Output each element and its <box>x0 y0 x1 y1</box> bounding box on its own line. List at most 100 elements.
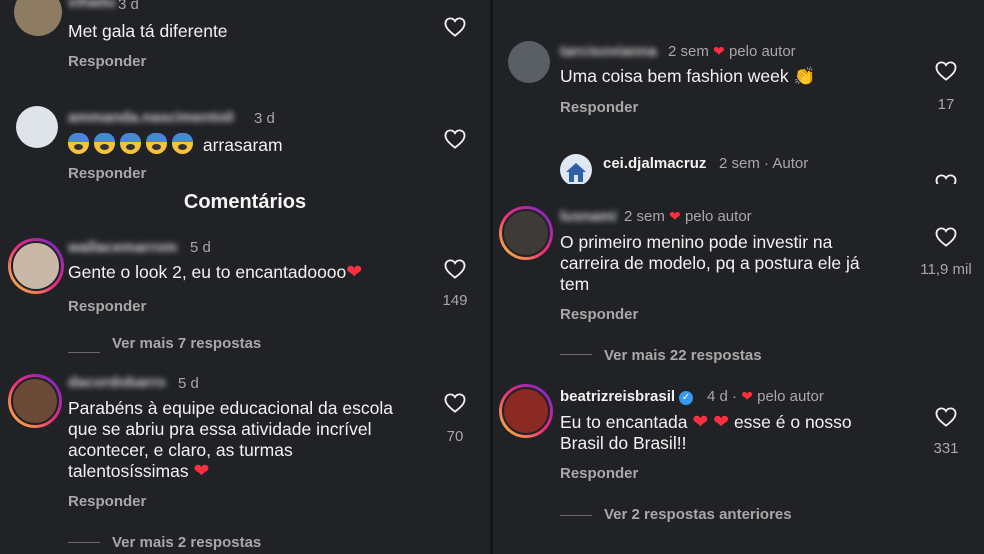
red-heart-emoji: ❤ <box>346 262 363 283</box>
comments-panel-top-right: tarcisovianna 2 sem ❤ pelo autor Uma coi… <box>493 0 984 184</box>
author-liked-label: pelo autor <box>684 208 752 225</box>
like-count: 70 <box>446 428 464 445</box>
comment-time: 2 sem <box>624 208 665 225</box>
like-heart-icon[interactable] <box>935 407 957 427</box>
comment-text-part: Eu to encantada <box>560 412 688 432</box>
avatar[interactable] <box>14 0 62 36</box>
comment-text: Eu to encantada ❤ ❤ esse é o nosso Brasi… <box>560 412 852 454</box>
author-liked-label: pelo autor <box>728 43 796 60</box>
comment-meta: 2 sem ❤ pelo autor <box>624 208 752 225</box>
comment-text-line-wrap: talentosíssimas ❤ <box>68 461 393 482</box>
comment-text-line: acontecer, e claro, as turmas <box>68 440 293 460</box>
comment-text: Met gala tá diferente <box>68 21 228 41</box>
author-liked-label: pelo autor <box>757 388 824 405</box>
replies-divider-line <box>560 515 592 516</box>
comment-time: 3 d <box>254 110 275 127</box>
comment-username[interactable]: dacordobarro <box>68 374 166 391</box>
comments-panel-top-left: vihailu 3 d Met gala tá diferente Respon… <box>0 0 490 184</box>
comment-username[interactable]: tarcisovianna <box>560 43 657 60</box>
comment-text-line: talentosíssimas <box>68 461 189 481</box>
avatar[interactable] <box>16 106 58 148</box>
fearful-face-emoji <box>94 133 115 154</box>
reply-button[interactable]: Responder <box>560 99 638 116</box>
fearful-face-emoji <box>172 133 193 154</box>
replies-divider-line <box>560 354 592 355</box>
comments-panel-middle-left: Comentários wallacemarrom 5 d Gente o lo… <box>0 184 490 372</box>
comments-panel-bottom-left: dacordobarro 5 d Parabéns à equipe educa… <box>0 372 490 554</box>
avatar[interactable] <box>8 238 64 294</box>
view-more-replies-button[interactable]: Ver mais 7 respostas <box>112 335 261 352</box>
clapping-hands-emoji: 👏 <box>793 66 816 86</box>
comment-text-line: Eu to encantada ❤ ❤ esse é o nosso <box>560 412 852 433</box>
comment-time: 2 sem <box>668 43 709 60</box>
comment-username[interactable]: cei.djalmacruz <box>603 155 706 172</box>
reply-button[interactable]: Responder <box>68 165 146 182</box>
red-heart-emoji: ❤ <box>193 461 210 482</box>
replies-divider-line <box>68 542 100 543</box>
like-heart-icon[interactable] <box>935 227 957 247</box>
reply-button[interactable]: Responder <box>560 465 638 482</box>
comment-username[interactable]: vihailu <box>68 0 116 11</box>
comment-meta: 2 sem · Autor <box>719 155 809 172</box>
comment-username[interactable]: wallacemarrom <box>68 239 177 256</box>
like-count: 149 <box>442 292 468 309</box>
comments-title: Comentários <box>183 191 307 213</box>
like-count: 17 <box>937 96 955 113</box>
comment-text-word: arrasaram <box>202 135 283 155</box>
replies-divider-line <box>68 352 100 353</box>
like-heart-icon[interactable] <box>444 393 466 413</box>
comment-text-line: carreira de modelo, pq a postura ele já <box>560 253 860 273</box>
comment-text: Gente o look 2, eu to encantadoooo❤ <box>68 262 362 283</box>
reply-button[interactable]: Responder <box>68 298 146 315</box>
like-heart-icon[interactable] <box>935 174 957 184</box>
like-heart-icon[interactable] <box>444 129 466 149</box>
author-liked-heart-icon: ❤ <box>669 208 681 224</box>
comment-meta: 2 sem ❤ pelo autor <box>668 43 796 60</box>
verified-badge-icon: ✓ <box>679 391 694 405</box>
comment-text-line: Parabéns à equipe educacional da escola <box>68 398 393 418</box>
author-liked-heart-icon: ❤ <box>713 43 725 59</box>
like-count: 331 <box>933 440 959 457</box>
view-more-replies-button[interactable]: Ver mais 22 respostas <box>604 347 762 364</box>
reply-button[interactable]: Responder <box>560 306 638 323</box>
avatar[interactable] <box>508 41 550 83</box>
comment-text-line: Brasil do Brasil!! <box>560 433 687 453</box>
comment-text-line: O primeiro menino pode investir na <box>560 232 833 252</box>
author-badge: Autor <box>772 155 809 172</box>
reply-button[interactable]: Responder <box>68 493 146 510</box>
comment-username[interactable]: lusnami <box>560 208 617 225</box>
avatar[interactable] <box>499 206 553 260</box>
avatar[interactable] <box>499 384 553 438</box>
comment-time: 5 d <box>190 239 211 256</box>
view-previous-replies-button[interactable]: Ver 2 respostas anteriores <box>604 506 792 523</box>
comment-text: Uma coisa bem fashion week 👏 <box>560 66 815 87</box>
comment-text: O primeiro menino pode investir na carre… <box>560 232 860 295</box>
like-heart-icon[interactable] <box>444 259 466 279</box>
comment-text: Parabéns à equipe educacional da escola … <box>68 398 393 482</box>
comment-meta: 4 d · ❤ pelo autor <box>707 388 824 405</box>
fearful-face-emoji <box>120 133 141 154</box>
fearful-face-emoji <box>146 133 167 154</box>
like-count: 11,9 mil <box>920 261 972 278</box>
view-more-replies-button[interactable]: Ver mais 2 respostas <box>112 534 261 551</box>
comment-username[interactable]: beatrizreisbrasil ✓ <box>560 388 694 405</box>
avatar[interactable] <box>8 374 62 428</box>
school-logo-icon <box>566 163 586 182</box>
like-heart-icon[interactable] <box>935 61 957 81</box>
like-heart-icon[interactable] <box>444 17 466 37</box>
red-heart-emoji: ❤ <box>713 412 730 433</box>
comment-text-line: tem <box>560 274 590 294</box>
avatar-school-logo[interactable] <box>560 154 592 184</box>
comments-panel-middle-right: lusnami 2 sem ❤ pelo autor O primeiro me… <box>493 184 984 372</box>
comment-time: 5 d <box>178 375 199 392</box>
comment-text-part: esse é o nosso <box>733 412 852 432</box>
comment-text-content: Uma coisa bem fashion week <box>560 66 789 86</box>
username-text: beatrizreisbrasil <box>560 388 676 405</box>
comment-text: arrasaram <box>68 133 283 156</box>
author-liked-heart-icon: ❤ <box>741 388 753 404</box>
comment-username[interactable]: ammanda.nascimento0 <box>68 109 234 126</box>
reply-button[interactable]: Responder <box>68 53 146 70</box>
comment-time: 3 d <box>118 0 139 13</box>
comment-time: 2 sem <box>719 155 760 172</box>
comment-time: 4 d <box>707 388 728 405</box>
